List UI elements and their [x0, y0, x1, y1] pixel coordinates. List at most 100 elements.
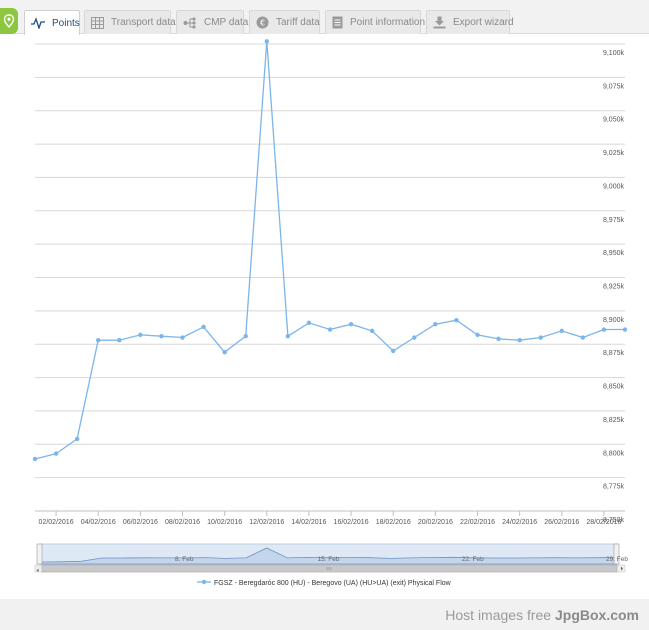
network-icon [183, 16, 197, 30]
y-tick-label: 9,050k [603, 117, 625, 124]
y-tick-label: 9,075k [603, 83, 625, 90]
x-tick-label: 26/02/2016 [544, 519, 579, 526]
data-point [74, 436, 80, 442]
navigator-label: 15. Feb [317, 556, 339, 563]
navigator-handle-left [36, 543, 43, 565]
data-point [201, 324, 206, 330]
y-tick-label: 8,925k [603, 284, 625, 291]
data-point [412, 335, 417, 340]
y-tick-label: 9,000k [603, 183, 625, 190]
location-pin-button[interactable] [0, 8, 18, 34]
series-line [34, 41, 625, 460]
tab-cmp-data[interactable]: CMP data [176, 10, 248, 34]
x-tick-label: 06/02/2016 [123, 519, 158, 526]
tab-points[interactable]: Points [24, 10, 80, 35]
data-point [538, 335, 543, 340]
data-point [496, 336, 501, 342]
watermark-brand: JpgBox.com [554, 607, 639, 623]
y-tick-label: 8,800k [603, 450, 625, 457]
x-tick-label: 22/02/2016 [460, 519, 495, 526]
y-tick-label: 8,875k [603, 350, 625, 357]
chart-legend[interactable]: FGSZ - Beregdaróc 800 (HU) - Beregovo (U… [197, 579, 452, 587]
x-tick-label: 04/02/2016 [81, 519, 116, 526]
y-tick-label: 8,775k [603, 484, 625, 491]
euro-icon: € [256, 16, 269, 30]
series-physical-flow [32, 39, 628, 462]
y-tick-label: 9,100k [603, 50, 625, 57]
tab-label: Tariff data [276, 17, 320, 28]
x-tick-label: 02/02/2016 [39, 519, 74, 526]
data-point [285, 334, 291, 339]
y-tick-label: 8,850k [603, 384, 625, 391]
legend-marker [201, 579, 207, 585]
data-point [517, 338, 522, 343]
x-tick-label: 16/02/2016 [334, 519, 369, 526]
data-point [117, 338, 122, 343]
data-point [53, 451, 59, 456]
y-tick-label: 9,025k [603, 150, 625, 157]
x-tick-label: 24/02/2016 [502, 519, 537, 526]
app-window: Points Transport data CMP data € Tariff … [0, 0, 649, 630]
tab-tariff-data[interactable]: € Tariff data [249, 10, 320, 34]
svg-text:€: € [260, 18, 265, 27]
data-point [559, 328, 564, 334]
x-tick-label: 10/02/2016 [207, 519, 242, 526]
pulse-icon [31, 16, 45, 30]
tab-label: Transport data [111, 17, 176, 28]
range-navigator[interactable]: 8. Feb 15. Feb 22. Feb 29. Feb [34, 543, 628, 573]
tab-label: Point information [350, 17, 426, 28]
footer: Host images free JpgBox.com [0, 599, 649, 630]
watermark-text: Host images free [445, 607, 555, 623]
navigator-label: 22. Feb [462, 556, 484, 563]
tab-bar: Points Transport data CMP data € Tariff … [0, 0, 649, 35]
x-tick-label: 28/02/2016 [586, 519, 621, 526]
x-tick-label: 14/02/2016 [291, 519, 326, 526]
data-point [32, 456, 38, 462]
legend-item-label: FGSZ - Beregdaróc 800 (HU) - Beregovo (U… [214, 580, 452, 587]
data-point [222, 350, 227, 355]
data-point [433, 322, 438, 327]
map-pin-icon [3, 14, 15, 28]
document-icon [332, 16, 343, 30]
navigator-label: 29. Feb [606, 556, 628, 563]
x-tick-label: 20/02/2016 [418, 519, 453, 526]
data-point [243, 334, 248, 339]
chart-grid [35, 43, 625, 512]
y-axis: 8,750k8,775k8,800k8,825k8,850k8,875k8,90… [603, 50, 625, 524]
tab-export-wizard[interactable]: Export wizard [426, 10, 514, 34]
data-point [580, 335, 586, 340]
tab-label: CMP data [204, 17, 249, 28]
data-point [96, 338, 101, 343]
tab-label: Points [52, 17, 80, 29]
scrollbar-thumb [41, 564, 618, 573]
tab-label: Export wizard [453, 17, 514, 28]
data-point [601, 327, 607, 332]
data-point [369, 328, 375, 334]
y-tick-label: 8,975k [603, 217, 625, 224]
data-point [475, 332, 480, 338]
data-point [454, 317, 459, 323]
x-tick-label: 08/02/2016 [165, 519, 200, 526]
data-point [306, 320, 312, 326]
data-point [348, 322, 354, 327]
x-tick-label: 12/02/2016 [249, 519, 284, 526]
y-tick-label: 8,900k [603, 317, 625, 324]
table-icon [91, 16, 104, 30]
tab-point-information[interactable]: Point information [325, 10, 425, 34]
data-point [264, 39, 269, 44]
data-point [622, 327, 628, 332]
data-point [180, 335, 185, 340]
data-point [159, 334, 164, 339]
tab-transport-data[interactable]: Transport data [84, 10, 176, 34]
x-axis: 02/02/2016 04/02/2016 06/02/2016 08/02/2016… [35, 510, 625, 526]
y-tick-label: 8,950k [603, 250, 625, 257]
data-point [391, 348, 396, 354]
navigator-label: 8. Feb [175, 556, 194, 563]
download-icon [433, 16, 446, 30]
physical-flow-chart: 8,750k8,775k8,800k8,825k8,850k8,875k8,90… [32, 39, 628, 587]
x-tick-label: 18/02/2016 [376, 519, 411, 526]
watermark: Host images free JpgBox.com [445, 607, 639, 623]
data-point [138, 332, 143, 338]
y-tick-label: 8,825k [603, 417, 625, 424]
data-point [327, 327, 333, 332]
